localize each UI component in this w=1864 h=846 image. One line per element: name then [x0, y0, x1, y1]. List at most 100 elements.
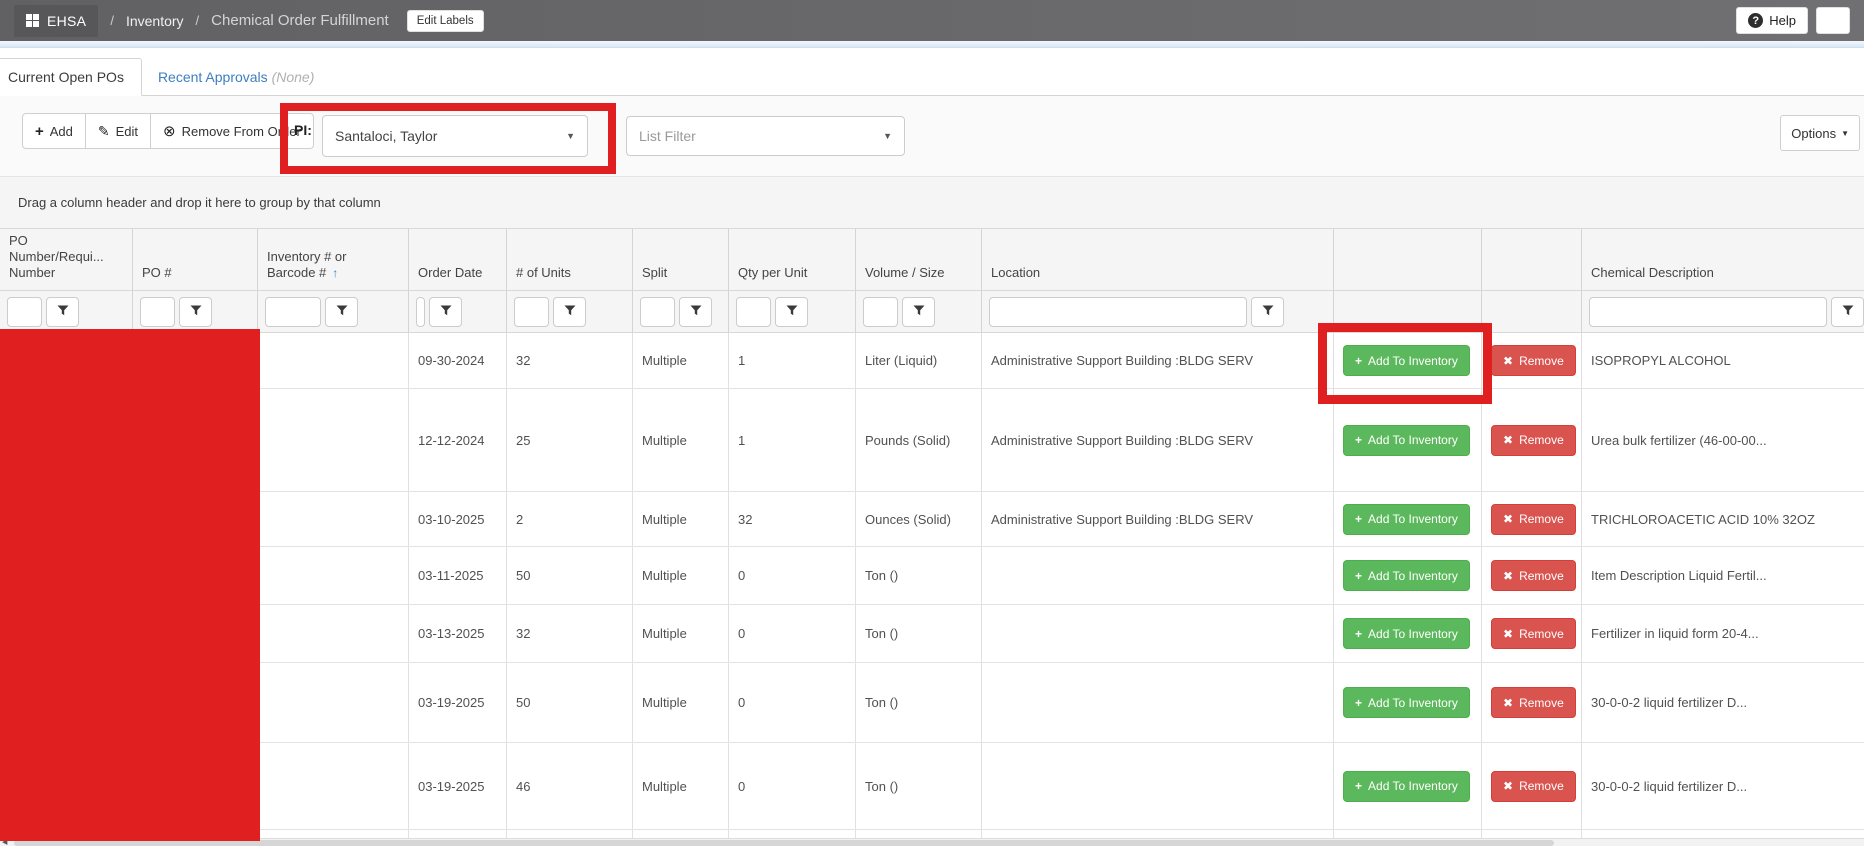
filter-button[interactable] [325, 297, 358, 327]
inventory-barcode-cell [257, 547, 408, 604]
filter-button[interactable] [1251, 297, 1284, 327]
volume-size-cell: Ton () [855, 743, 981, 829]
filter-button[interactable] [46, 297, 79, 327]
filter-input[interactable] [640, 297, 675, 327]
column-header-label: PO [9, 233, 132, 249]
chevron-down-icon: ▼ [883, 131, 892, 141]
remove-button[interactable]: ✖Remove [1491, 687, 1576, 718]
tab-recent-approvals[interactable]: Recent Approvals (None) [142, 59, 330, 95]
toolbar-button-group: + Add ✎ Edit ⊗ Remove From Order [22, 113, 314, 149]
remove-label: Remove [1519, 569, 1564, 583]
filter-input[interactable] [416, 297, 425, 327]
funnel-icon [1842, 304, 1854, 319]
filter-input[interactable] [265, 297, 321, 327]
order-date-cell: 03-13-2025 [408, 605, 506, 662]
add-to-inventory-button[interactable]: + Add To Inventory [1343, 504, 1470, 535]
add-to-inventory-label: Add To Inventory [1368, 512, 1458, 526]
volume-size-cell: Ounces (Solid) [855, 492, 981, 546]
edit-labels-button[interactable]: Edit Labels [407, 10, 484, 32]
column-header[interactable]: Qty per Unit [728, 229, 855, 290]
column-header[interactable] [1481, 229, 1581, 290]
remove-button[interactable]: ✖ Remove [1491, 560, 1576, 591]
add-to-inventory-button[interactable]: +Add To Inventory [1343, 771, 1470, 802]
filter-input[interactable] [514, 297, 549, 327]
add-to-inventory-button[interactable]: +Add To Inventory [1343, 560, 1470, 591]
split-cell: Multiple [632, 605, 728, 662]
tab-current-open-pos[interactable]: Current Open POs [0, 58, 142, 96]
remove-button[interactable]: ✖Remove [1491, 345, 1576, 376]
x-icon: ✖ [1503, 569, 1513, 583]
column-header[interactable]: Inventory # orBarcode #↑ [257, 229, 408, 290]
add-to-inventory-cell: +Add To Inventory [1333, 547, 1481, 604]
add-button[interactable]: + Add [22, 113, 86, 149]
options-button[interactable]: Options ▼ [1780, 115, 1860, 151]
header-accent-strip [0, 41, 1864, 48]
x-icon: ✖ [1503, 354, 1513, 368]
inventory-barcode-cell [257, 605, 408, 662]
filter-cell [1481, 291, 1581, 332]
edit-button[interactable]: ✎ Edit [86, 113, 151, 149]
qty-per-unit-cell: 0 [728, 743, 855, 829]
table-row: 09-30-202432Multiple1Liter (Liquid)Admin… [0, 333, 1864, 389]
column-header[interactable]: Split [632, 229, 728, 290]
column-header[interactable]: Chemical Description [1581, 229, 1864, 290]
remove-button[interactable]: ✖Remove [1491, 618, 1576, 649]
filter-button[interactable] [679, 297, 712, 327]
remove-button[interactable]: ✖Remove [1491, 425, 1576, 456]
orders-grid: PONumber/Requi...NumberPO #Inventory # o… [0, 229, 1864, 846]
num-units-cell: 46 [506, 743, 632, 829]
column-header[interactable] [1333, 229, 1481, 290]
remove-button[interactable]: ✖Remove [1491, 771, 1576, 802]
location-cell: Administrative Support Building :BLDG SE… [981, 492, 1333, 546]
remove-button[interactable]: ✖Remove [1491, 504, 1576, 535]
column-header[interactable]: PO # [132, 229, 257, 290]
breadcrumb-separator: / [110, 13, 114, 28]
filter-button[interactable] [553, 297, 586, 327]
remove-label: Remove [1519, 627, 1564, 641]
num-units-cell: 32 [506, 605, 632, 662]
horizontal-scrollbar[interactable]: ◀ [0, 838, 1864, 846]
filter-input[interactable] [736, 297, 771, 327]
qty-per-unit-cell: 1 [728, 333, 855, 388]
num-units-cell: 2 [506, 492, 632, 546]
plus-icon: + [1355, 512, 1362, 526]
filter-input[interactable] [989, 297, 1247, 327]
filter-input[interactable] [1589, 297, 1827, 327]
filter-input[interactable] [140, 297, 175, 327]
help-button[interactable]: ? Help [1736, 7, 1808, 34]
filter-button[interactable] [429, 297, 462, 327]
filter-button[interactable] [902, 297, 935, 327]
split-cell: Multiple [632, 492, 728, 546]
group-by-drop-zone[interactable]: Drag a column header and drop it here to… [0, 177, 1864, 229]
location-cell [981, 547, 1333, 604]
remove-cell: ✖Remove [1481, 663, 1581, 742]
filter-button[interactable] [179, 297, 212, 327]
chemical-order-fulfillment-page: EHSA / Inventory / Chemical Order Fulfil… [0, 0, 1864, 846]
breadcrumb-inventory[interactable]: Inventory [126, 13, 184, 29]
table-row: 03-10-20252Multiple32Ounces (Solid)Admin… [0, 492, 1864, 547]
column-header[interactable]: # of Units [506, 229, 632, 290]
add-to-inventory-button[interactable]: +Add To Inventory [1343, 687, 1470, 718]
column-header-label: Inventory # or [267, 249, 408, 265]
column-header[interactable]: Order Date [408, 229, 506, 290]
filter-button[interactable] [1831, 297, 1864, 327]
filter-cell [257, 291, 408, 332]
filter-button[interactable] [775, 297, 808, 327]
column-header[interactable]: PONumber/Requi...Number [0, 229, 132, 290]
clipped-edge-button[interactable] [1816, 7, 1850, 34]
remove-cell: ✖Remove [1481, 333, 1581, 388]
add-to-inventory-cell: +Add To Inventory [1333, 663, 1481, 742]
remove-label: Remove [1519, 433, 1564, 447]
order-date-cell: 03-19-2025 [408, 663, 506, 742]
split-cell: Multiple [632, 389, 728, 491]
app-home-link[interactable]: EHSA [14, 5, 98, 37]
filter-input[interactable] [7, 297, 42, 327]
list-filter-select[interactable]: List Filter ▼ [626, 116, 905, 156]
column-header[interactable]: Location [981, 229, 1333, 290]
column-header[interactable]: Volume / Size [855, 229, 981, 290]
filter-input[interactable] [863, 297, 898, 327]
add-to-inventory-button[interactable]: +Add To Inventory [1343, 618, 1470, 649]
add-to-inventory-button[interactable]: +Add To Inventory [1343, 425, 1470, 456]
plus-icon: + [1355, 696, 1362, 710]
add-to-inventory-label: Add To Inventory [1368, 779, 1458, 793]
